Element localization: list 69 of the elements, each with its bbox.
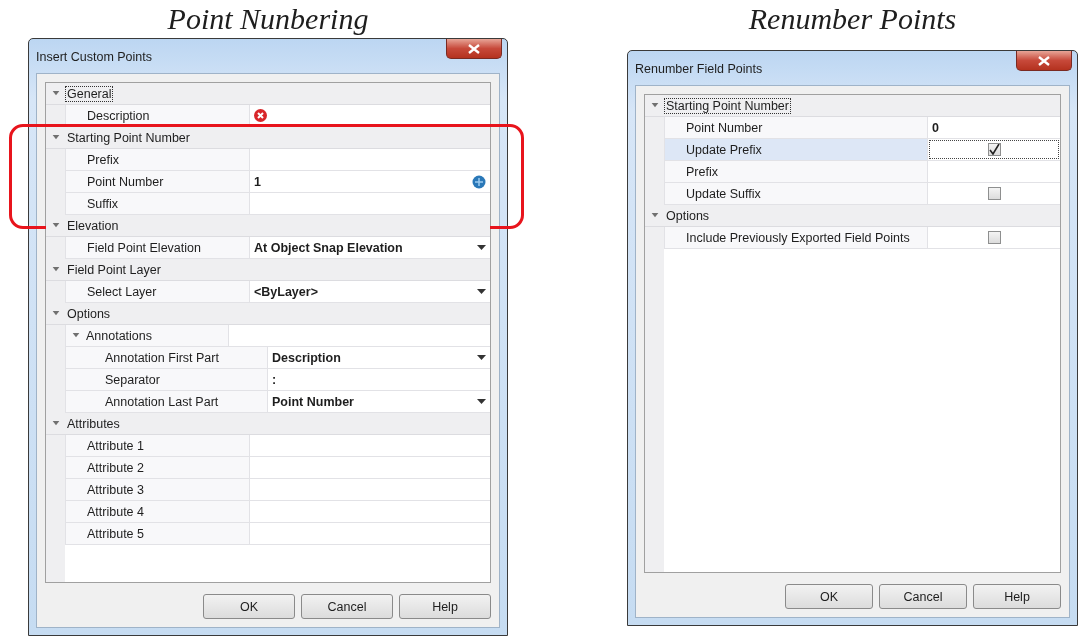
property-label[interactable]: Include Previously Exported Field Points [664, 227, 928, 248]
collapse-arrow-icon[interactable] [52, 311, 60, 316]
property-value: : [272, 372, 278, 387]
category-label: Field Point Layer [66, 262, 162, 277]
property-label[interactable]: Prefix [65, 149, 250, 170]
property-label[interactable]: Suffix [65, 193, 250, 214]
dialog-button[interactable]: Help [973, 584, 1061, 609]
property-value: At Object Snap Elevation [254, 240, 404, 255]
dialog-button[interactable]: Cancel [301, 594, 393, 619]
property-value: Description [272, 350, 342, 365]
property-label[interactable]: Prefix [664, 161, 928, 182]
property-label[interactable]: Attribute 1 [65, 435, 250, 456]
collapse-arrow-icon[interactable] [52, 421, 60, 426]
property-value: 0 [932, 120, 940, 135]
property-label[interactable]: Annotation First Part [65, 347, 268, 368]
dialog-button[interactable]: Help [399, 594, 491, 619]
collapse-arrow-icon[interactable] [52, 91, 60, 96]
dropdown-caret-icon[interactable] [477, 355, 486, 360]
collapse-arrow-icon[interactable] [52, 267, 60, 272]
close-icon [1038, 55, 1050, 66]
category-label: Starting Point Number [665, 98, 790, 113]
dialog-button[interactable]: OK [785, 584, 873, 609]
property-label[interactable]: Attribute 5 [65, 523, 250, 544]
window-title: Renumber Field Points [635, 62, 763, 76]
property-label[interactable]: Point Number [65, 171, 250, 192]
window-title: Insert Custom Points [36, 50, 152, 64]
figure-caption: Renumber Points [747, 1, 958, 37]
property-label[interactable]: Update Prefix [664, 139, 928, 160]
property-value: 1 [254, 174, 262, 189]
dropdown-caret-icon[interactable] [477, 245, 486, 250]
figure-caption: Point Nunbering [166, 1, 370, 37]
property-value: Point Number [272, 394, 355, 409]
dropdown-caret-icon[interactable] [477, 289, 486, 294]
checkbox[interactable] [987, 143, 1001, 156]
collapse-arrow-icon[interactable] [52, 135, 60, 140]
property-value-cell[interactable] [928, 139, 1060, 160]
error-icon [254, 109, 267, 122]
property-label[interactable]: Separator [65, 369, 268, 390]
dropdown-caret-icon[interactable] [477, 399, 486, 404]
dialog-button[interactable]: OK [203, 594, 295, 619]
category-label: Elevation [66, 218, 120, 233]
close-button[interactable] [446, 39, 502, 59]
collapse-arrow-icon[interactable] [72, 333, 80, 338]
category-label: Annotations [86, 328, 153, 343]
property-label[interactable]: Description [65, 105, 250, 126]
collapse-arrow-icon[interactable] [52, 223, 60, 228]
property-label[interactable]: Point Number [664, 117, 928, 138]
property-value: <ByLayer> [254, 284, 319, 299]
checkbox[interactable] [987, 231, 1001, 244]
check-mark-icon [988, 144, 1000, 155]
pick-icon[interactable] [472, 174, 486, 189]
property-label[interactable]: Select Layer [65, 281, 250, 302]
category-label: Attributes [66, 416, 121, 431]
property-label[interactable]: Field Point Elevation [65, 237, 250, 258]
property-label[interactable]: Attribute 2 [65, 457, 250, 478]
collapse-arrow-icon[interactable] [651, 103, 659, 108]
category-label: General [66, 86, 113, 101]
close-icon [468, 43, 480, 54]
dialog-button[interactable]: Cancel [879, 584, 967, 609]
property-label[interactable]: Update Suffix [664, 183, 928, 204]
category-label: Options [66, 306, 112, 321]
category-label: Starting Point Number [66, 130, 191, 145]
property-label[interactable]: Annotation Last Part [65, 391, 268, 412]
category-label: Options [665, 208, 711, 223]
property-label[interactable]: Attribute 3 [65, 479, 250, 500]
property-label[interactable]: Attribute 4 [65, 501, 250, 522]
collapse-arrow-icon[interactable] [651, 213, 659, 218]
checkbox[interactable] [987, 187, 1001, 200]
close-button[interactable] [1016, 51, 1072, 71]
